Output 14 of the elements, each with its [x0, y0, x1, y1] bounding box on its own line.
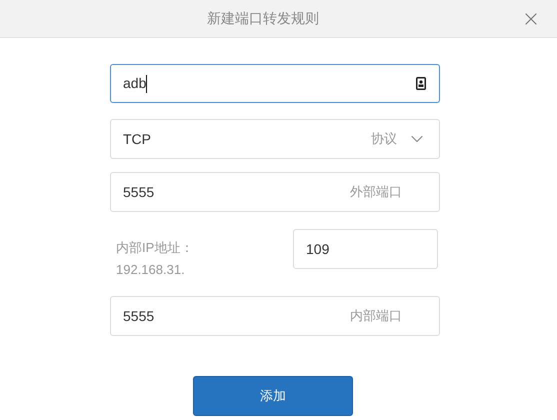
name-field[interactable]: adb	[110, 64, 440, 103]
ip-field[interactable]: 109	[293, 229, 438, 269]
port-field[interactable]: 5555 外部端口	[110, 172, 440, 212]
port-field[interactable]: 5555 内部端口	[110, 296, 440, 336]
field-label: 内部端口	[350, 307, 402, 326]
add-button[interactable]: 添加	[193, 376, 353, 416]
field-label: 外部端口	[350, 183, 402, 202]
select-value: TCP	[123, 130, 152, 148]
ip-label: 内部IP地址：	[116, 239, 194, 257]
select-label: 协议	[371, 130, 397, 148]
ip-prefix: 192.168.31.	[116, 261, 186, 279]
dialog-title: 新建端口转发规则	[207, 9, 319, 28]
contact-card-icon	[416, 77, 426, 90]
protocol-select[interactable]: TCP 协议	[110, 119, 440, 159]
